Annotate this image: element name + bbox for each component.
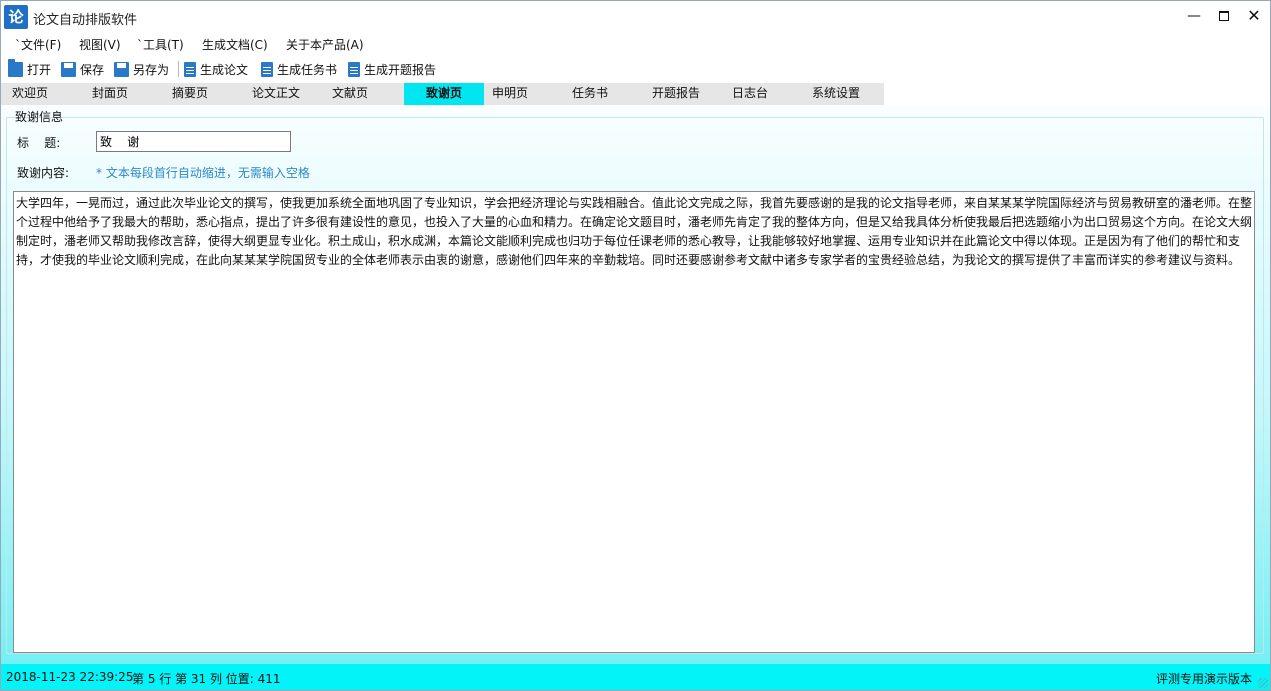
- tab-task[interactable]: 任务书: [572, 83, 608, 105]
- resize-grip[interactable]: [1258, 678, 1268, 688]
- tab-proposal[interactable]: 开题报告: [652, 83, 700, 105]
- generate-task-label: 生成任务书: [277, 62, 338, 77]
- menu-tools[interactable]: `工具(T): [137, 36, 184, 53]
- menu-about[interactable]: 关于本产品(A): [286, 36, 364, 53]
- title-input[interactable]: [96, 131, 291, 152]
- tab-references[interactable]: 文献页: [332, 83, 368, 105]
- content-label: 致谢内容:: [17, 166, 70, 180]
- content-area: 致谢信息 标 题: 致谢内容: * 文本每段首行自动缩进，无需输入空格 大学四年…: [1, 105, 1270, 664]
- title-label: 标 题:: [17, 136, 61, 150]
- tab-acknowledgement[interactable]: 致谢页: [404, 83, 484, 105]
- menu-generate[interactable]: 生成文档(C): [202, 36, 268, 53]
- tab-welcome[interactable]: 欢迎页: [12, 83, 48, 105]
- tab-settings[interactable]: 系统设置: [812, 83, 860, 105]
- status-cursor-position: 第 5 行 第 31 列 位置: 411: [132, 672, 281, 686]
- maximize-button[interactable]: [1209, 5, 1239, 27]
- save-as-label: 另存为: [133, 62, 170, 77]
- toolbar: 打开 保存 另存为 生成论文 生成任务书 生成开题报告: [1, 56, 1270, 81]
- app-window: 论 论文自动排版软件 — ✕ `文件(F) 视图(V) `工具(T) 生成文档(…: [0, 0, 1271, 691]
- menu-file[interactable]: `文件(F): [15, 36, 61, 53]
- save-as-button[interactable]: 另存为: [114, 59, 169, 79]
- document-icon: [261, 61, 273, 77]
- menu-bar: `文件(F) 视图(V) `工具(T) 生成文档(C) 关于本产品(A): [1, 33, 1270, 55]
- save-icon: [61, 61, 76, 77]
- save-as-icon: [114, 61, 129, 77]
- open-button[interactable]: 打开: [8, 58, 52, 79]
- generate-proposal-label: 生成开题报告: [364, 62, 437, 77]
- tab-log[interactable]: 日志台: [732, 83, 768, 105]
- app-icon: 论: [4, 5, 28, 29]
- tab-body[interactable]: 论文正文: [252, 83, 300, 105]
- document-icon: [184, 61, 196, 77]
- tab-bar: 欢迎页 封面页 摘要页 论文正文 文献页 致谢页 申明页 任务书 开题报告 日志…: [1, 83, 884, 106]
- menu-view[interactable]: 视图(V): [79, 36, 121, 53]
- tab-cover[interactable]: 封面页: [92, 83, 128, 105]
- close-button[interactable]: ✕: [1239, 5, 1269, 27]
- generate-proposal-button[interactable]: 生成开题报告: [348, 59, 436, 79]
- status-edition: 评测专用演示版本: [1156, 672, 1253, 686]
- document-icon: [348, 61, 360, 77]
- save-label: 保存: [80, 62, 105, 77]
- minimize-button[interactable]: —: [1179, 5, 1209, 27]
- tab-declaration[interactable]: 申明页: [492, 83, 528, 105]
- toolbar-separator: [178, 61, 179, 77]
- status-datetime: 2018-11-23 22:39:25: [6, 670, 134, 684]
- folder-open-icon: [8, 58, 23, 77]
- generate-paper-label: 生成论文: [200, 62, 249, 77]
- indent-hint: * 文本每段首行自动缩进，无需输入空格: [96, 166, 310, 180]
- status-bar: 2018-11-23 22:39:25 第 5 行 第 31 列 位置: 411…: [1, 664, 1270, 690]
- maximize-icon: [1219, 11, 1229, 21]
- open-label: 打开: [27, 62, 52, 77]
- group-title: 致谢信息: [15, 110, 64, 124]
- tab-abstract[interactable]: 摘要页: [172, 83, 208, 105]
- content-textarea[interactable]: 大学四年，一晃而过，通过此次毕业论文的撰写，使我更加系统全面地巩固了专业知识，学…: [13, 191, 1255, 653]
- title-bar: 论 论文自动排版软件 — ✕: [1, 1, 1270, 33]
- save-button[interactable]: 保存: [61, 59, 104, 79]
- generate-paper-button[interactable]: 生成论文: [184, 59, 248, 79]
- window-title: 论文自动排版软件: [33, 13, 138, 28]
- generate-task-button[interactable]: 生成任务书: [261, 59, 337, 79]
